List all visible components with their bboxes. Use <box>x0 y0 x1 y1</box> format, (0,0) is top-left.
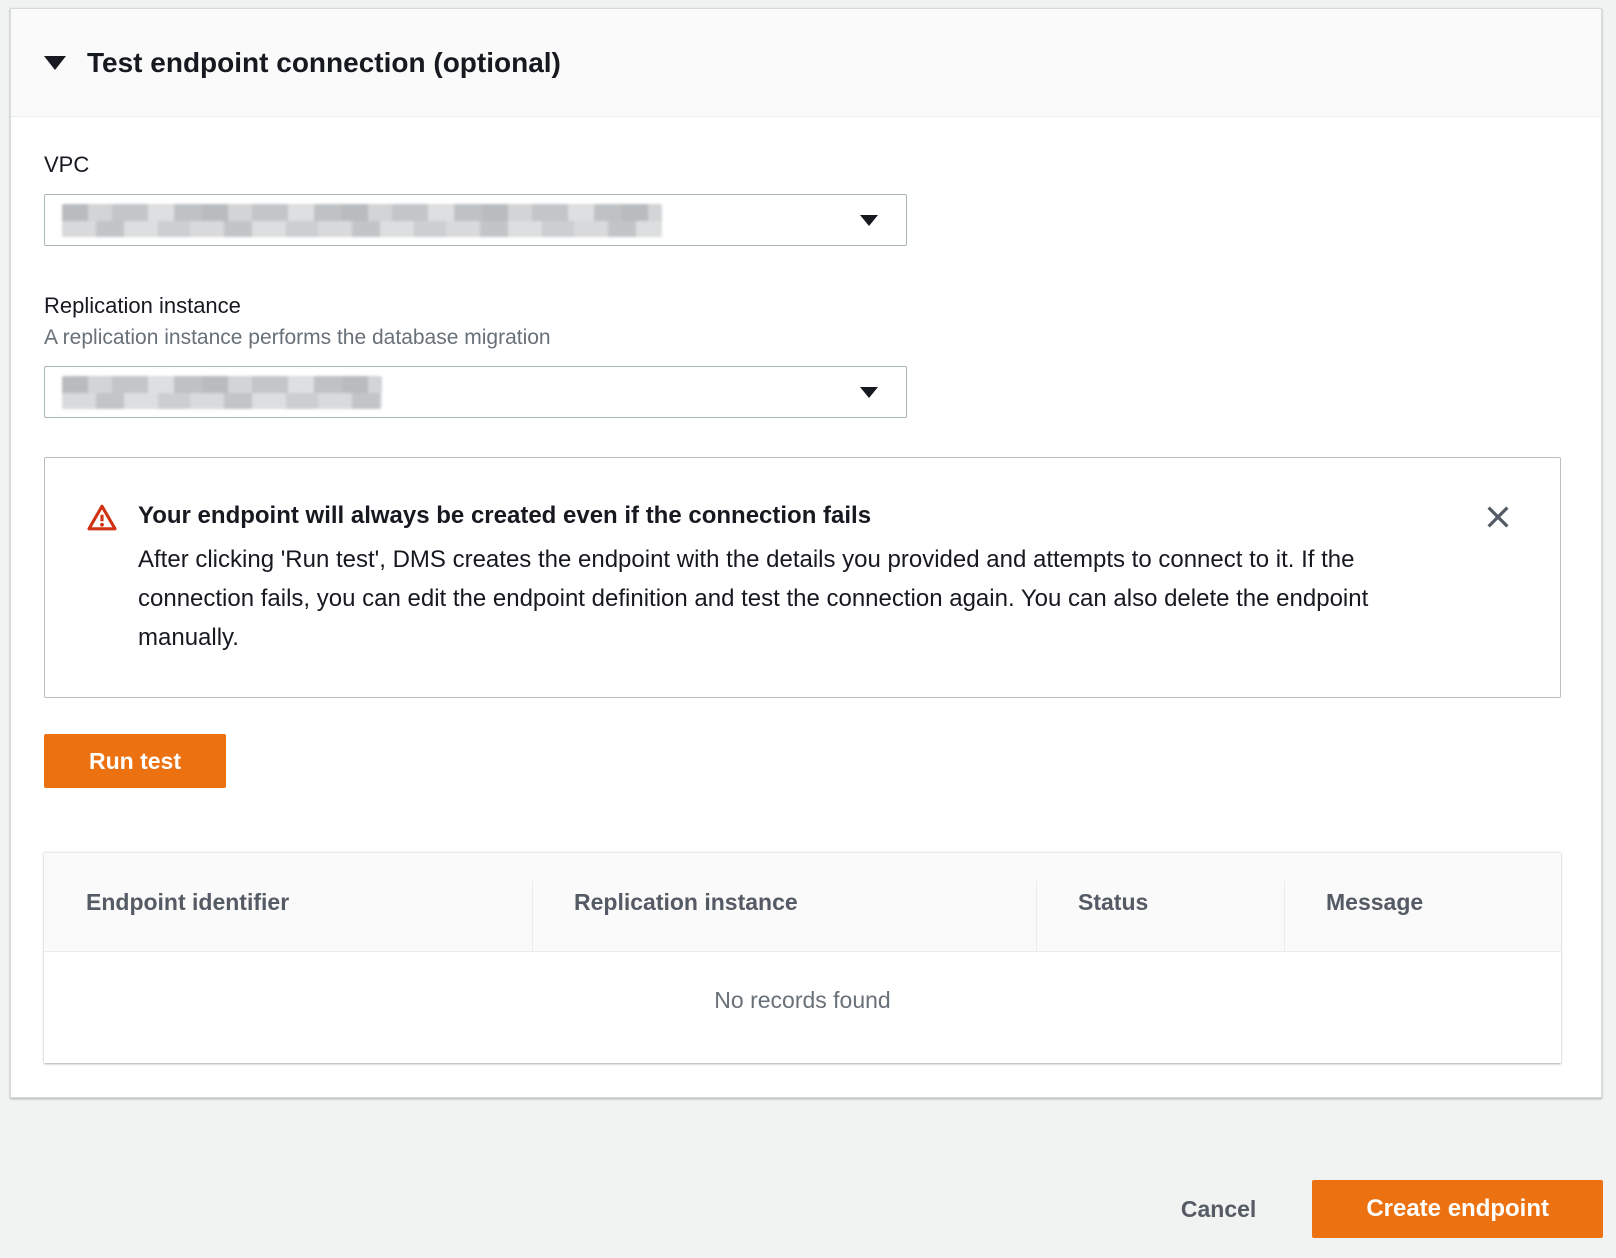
vpc-redacted-value <box>62 204 662 237</box>
form-actions: Cancel Create endpoint <box>1181 1180 1603 1238</box>
test-endpoint-connection-panel: Test endpoint connection (optional) VPC … <box>10 8 1602 1098</box>
vpc-field-group: VPC <box>44 152 1561 246</box>
replication-instance-description: A replication instance performs the data… <box>44 326 1561 350</box>
column-header-message: Message <box>1284 853 1561 951</box>
create-endpoint-button[interactable]: Create endpoint <box>1312 1180 1603 1238</box>
warning-triangle-icon <box>87 503 117 533</box>
cancel-button[interactable]: Cancel <box>1181 1196 1256 1223</box>
run-test-button[interactable]: Run test <box>44 734 226 788</box>
section-title: Test endpoint connection (optional) <box>87 47 561 79</box>
replication-instance-label: Replication instance <box>44 293 1561 319</box>
triangle-down-icon <box>44 56 66 70</box>
caret-down-icon <box>860 387 878 398</box>
column-header-endpoint-identifier: Endpoint identifier <box>44 853 532 951</box>
vpc-select[interactable] <box>44 194 907 246</box>
column-header-replication-instance: Replication instance <box>532 853 1036 951</box>
replication-instance-field-group: Replication instance A replication insta… <box>44 293 1561 418</box>
replication-instance-select[interactable] <box>44 366 907 418</box>
alert-text: Your endpoint will always be created eve… <box>138 502 1388 657</box>
caret-down-icon <box>860 215 878 226</box>
vpc-label: VPC <box>44 152 1561 178</box>
section-content: VPC Replication instance A replication i… <box>11 117 1601 1063</box>
table-empty-state: No records found <box>44 952 1561 1063</box>
table-header-row: Endpoint identifier Replication instance… <box>44 853 1561 952</box>
alert-body: After clicking 'Run test', DMS creates t… <box>138 540 1388 657</box>
results-table: Endpoint identifier Replication instance… <box>44 852 1561 1063</box>
close-icon <box>1483 502 1513 532</box>
section-header[interactable]: Test endpoint connection (optional) <box>11 9 1601 117</box>
alert-title: Your endpoint will always be created eve… <box>138 502 1388 530</box>
alert-close-button[interactable] <box>1482 502 1514 534</box>
no-records-message: No records found <box>714 987 890 1028</box>
replication-instance-redacted-value <box>62 376 382 409</box>
column-header-status: Status <box>1036 853 1284 951</box>
warning-alert: Your endpoint will always be created eve… <box>44 457 1561 698</box>
